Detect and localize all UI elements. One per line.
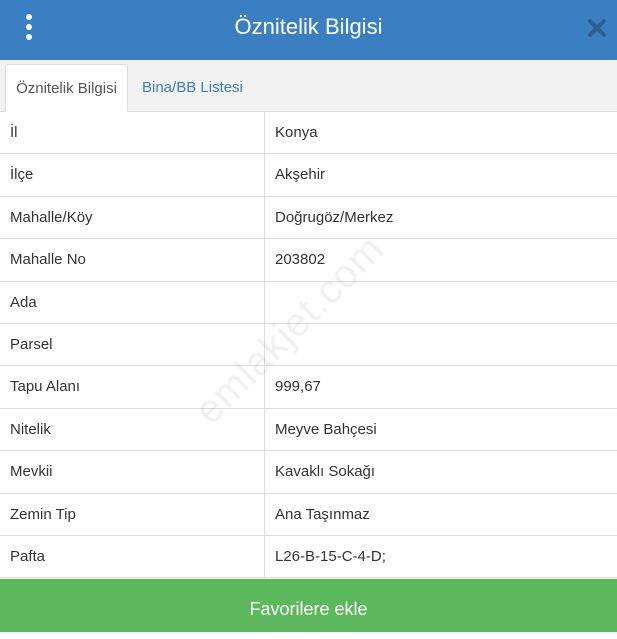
attribute-value: Doğrugöz/Merkez [275, 208, 394, 226]
attribute-value: Akşehir [275, 166, 326, 184]
attribute-label: İl [10, 124, 18, 141]
attribute-value: Ana Taşınmaz [275, 505, 370, 523]
attribute-label: Mevkii [10, 463, 53, 481]
table-row: Tapu Alanı 999,67 [0, 366, 617, 409]
tab-bina-bb-listesi[interactable]: Bina/BB Listesi [130, 64, 255, 112]
table-row: Mahalle No 203802 [0, 239, 617, 282]
column-divider [264, 323, 265, 366]
attribute-value: L26-B-15-C-4-D; [275, 547, 386, 565]
attribute-label: Pafta [10, 547, 46, 565]
column-divider [264, 154, 265, 196]
table-row: Pafta L26-B-15-C-4-D; [0, 535, 617, 579]
table-row: İl Konya [0, 112, 617, 155]
attribute-value: 999,67 [275, 378, 321, 396]
table-row: Nitelik Meyve Bahçesi [0, 408, 617, 452]
table-row: Ada [0, 281, 617, 324]
column-divider [264, 366, 265, 408]
attribute-label: Parsel [10, 335, 53, 353]
column-divider [264, 112, 265, 154]
attribute-value: Meyve Bahçesi [275, 420, 377, 438]
attribute-label: Tapu Alanı [10, 378, 81, 396]
column-divider [264, 493, 265, 535]
dialog-title: Öznitelik Bilgisi [234, 14, 383, 39]
attribute-label: Mahalle No [10, 251, 86, 269]
attribute-value: Kavaklı Sokağı [275, 463, 376, 481]
add-to-favorites-button[interactable]: Favorilere ekle [0, 579, 617, 632]
column-divider [264, 535, 265, 578]
header-bar: Öznitelik Bilgisi [0, 0, 617, 60]
column-divider [264, 281, 265, 323]
column-divider [264, 408, 265, 451]
column-divider [264, 239, 265, 281]
attribute-value: Konya [275, 124, 318, 141]
table-row: Mahalle/Köy Doğrugöz/Merkez [0, 196, 617, 240]
attribute-table: İl Konya İlçe Akşehir Mahalle/Köy Doğrugöz/Me… [0, 112, 617, 579]
table-row: Parsel [0, 323, 617, 367]
table-row: Zemin Tip Ana Taşınmaz [0, 493, 617, 536]
attribute-label: Zemin Tip [10, 505, 76, 523]
attribute-label: İlçe [10, 166, 34, 184]
attribute-label: Nitelik [10, 420, 51, 438]
close-icon[interactable] [586, 17, 608, 39]
attribute-label: Ada [10, 293, 37, 311]
column-divider [264, 196, 265, 239]
tab-bar: Öznitelik Bilgisi Bina/BB Listesi [0, 60, 617, 112]
column-divider [264, 451, 265, 493]
table-row: Mevkii Kavaklı Sokağı [0, 451, 617, 494]
attribute-label: Mahalle/Köy [10, 208, 93, 226]
attribute-value: 203802 [275, 251, 326, 269]
table-row: İlçe Akşehir [0, 154, 617, 197]
tab-oznitelik-bilgisi[interactable]: Öznitelik Bilgisi [5, 64, 128, 112]
